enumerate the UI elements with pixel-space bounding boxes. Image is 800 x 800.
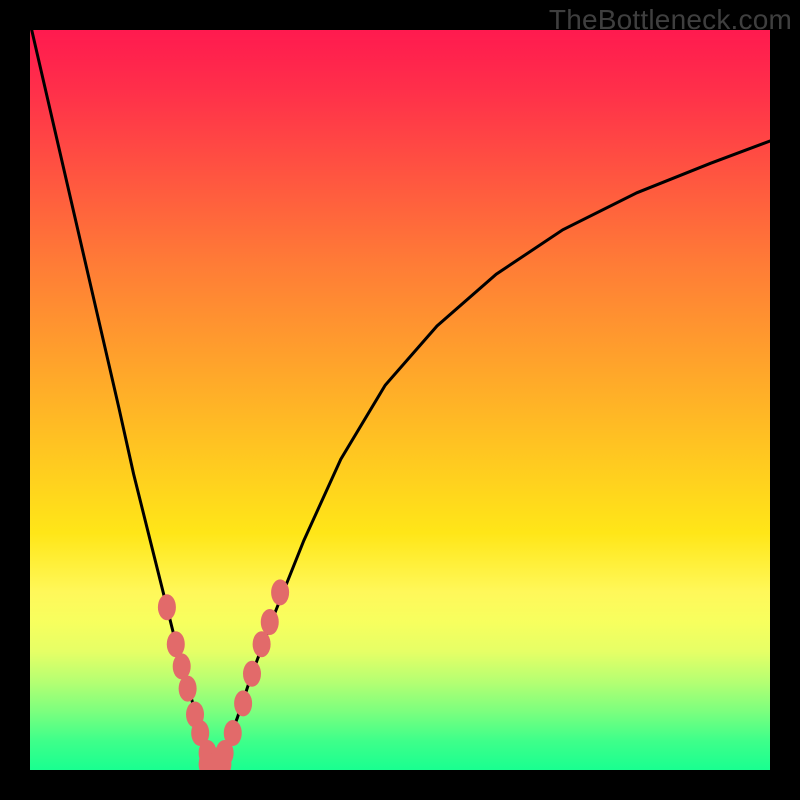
marker-point	[179, 676, 197, 702]
marker-point	[271, 579, 289, 605]
marker-point	[158, 594, 176, 620]
marker-group	[158, 579, 289, 770]
marker-point	[224, 720, 242, 746]
marker-point	[234, 690, 252, 716]
chart-svg	[30, 30, 770, 770]
series-curve-right	[215, 141, 770, 770]
marker-point	[173, 653, 191, 679]
marker-point	[261, 609, 279, 635]
marker-point	[243, 661, 261, 687]
watermark-text: TheBottleneck.com	[549, 4, 792, 36]
chart-frame	[30, 30, 770, 770]
marker-point	[167, 631, 185, 657]
marker-point	[253, 631, 271, 657]
curve-group	[30, 30, 770, 770]
